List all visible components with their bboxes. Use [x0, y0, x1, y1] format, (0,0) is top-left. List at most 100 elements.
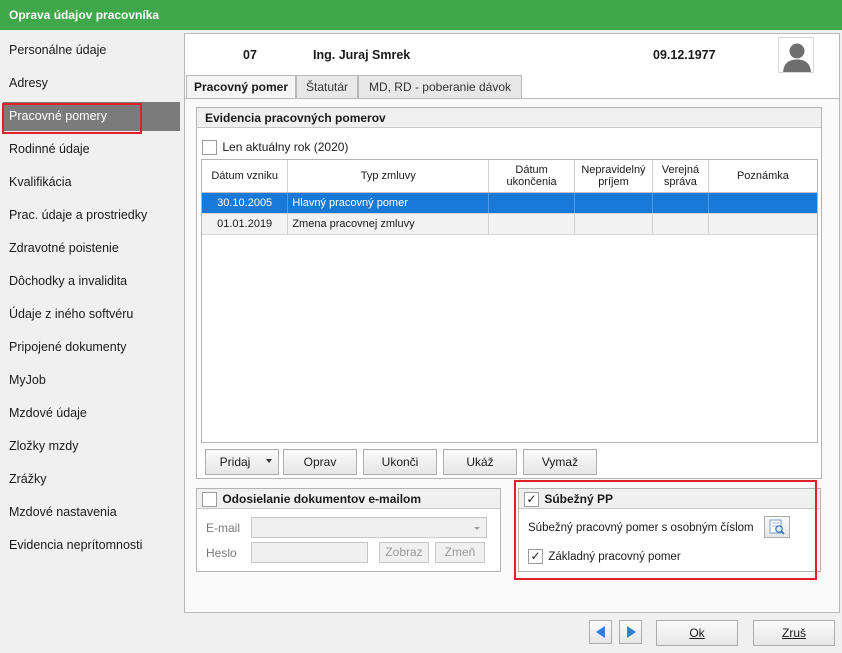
- cell-irregular: [574, 192, 653, 214]
- cell-note: [708, 192, 817, 214]
- edit-button-label: Oprav: [303, 455, 337, 469]
- cancel-button-label: Zruš: [782, 626, 806, 640]
- password-label: Heslo: [206, 546, 237, 560]
- previous-button[interactable]: [589, 620, 612, 644]
- column-header-public-text: Verejná správa: [661, 163, 700, 188]
- tab-maternity[interactable]: MD, RD - poberanie dávok: [358, 75, 522, 99]
- concurrent-group: ✓ Súbežný PP Súbežný pracovný pomer s os…: [518, 488, 821, 572]
- edit-button[interactable]: Oprav: [283, 449, 357, 475]
- sidebar-item-other-software[interactable]: Údaje z iného softvéru: [3, 300, 180, 329]
- email-group-header: Odosielanie dokumentov e-mailom: [197, 489, 500, 509]
- current-year-checkbox[interactable]: [202, 140, 217, 156]
- concurrent-checkbox[interactable]: ✓: [524, 492, 539, 508]
- finish-button[interactable]: Ukonči: [363, 449, 437, 475]
- sidebar-item-myjob[interactable]: MyJob: [3, 366, 180, 395]
- change-password-button[interactable]: Zmeň: [435, 542, 485, 563]
- checkmark-icon: ✓: [530, 549, 541, 564]
- column-header-note[interactable]: Poznámka: [708, 160, 817, 193]
- cancel-button[interactable]: Zruš: [753, 620, 835, 646]
- cell-end: [488, 213, 575, 235]
- cell-public: [652, 192, 709, 214]
- sidebar-item-wage-settings[interactable]: Mzdové nastavenia: [3, 498, 180, 527]
- tab-panel: Evidencia pracovných pomerov Len aktuáln…: [185, 98, 839, 612]
- employment-group: Evidencia pracovných pomerov Len aktuáln…: [196, 107, 822, 479]
- sidebar-item-wage-data[interactable]: Mzdové údaje: [3, 399, 180, 428]
- table-header-row: Dátum vzniku Typ zmluvy Dátum ukončenia …: [202, 160, 817, 193]
- chevron-down-icon[interactable]: [266, 459, 272, 463]
- sidebar-item-qualification[interactable]: Kvalifikácia: [3, 168, 180, 197]
- sidebar-item-addresses[interactable]: Adresy: [3, 69, 180, 98]
- column-header-end-text: Dátum ukončenia: [506, 163, 557, 188]
- cell-public: [652, 213, 709, 235]
- ok-button-label: Ok: [689, 626, 705, 640]
- basic-employment-option[interactable]: ✓ Základný pracovný pomer: [528, 547, 681, 565]
- sidebar-item-family-data[interactable]: Rodinné údaje: [3, 135, 180, 164]
- ok-button[interactable]: Ok: [656, 620, 738, 646]
- delete-button[interactable]: Vymaž: [523, 449, 597, 475]
- email-checkbox[interactable]: [202, 492, 217, 508]
- sidebar-item-absence[interactable]: Evidencia neprítomnosti: [3, 531, 180, 560]
- cell-irregular: [574, 213, 653, 235]
- add-button-label: Pridaj: [219, 455, 251, 469]
- finish-button-label: Ukonči: [381, 455, 419, 469]
- change-password-label: Zmeň: [444, 545, 476, 559]
- tab-bar: Pracovný pomer Štatutár MD, RD - poberan…: [185, 75, 841, 100]
- next-button[interactable]: [619, 620, 642, 644]
- employment-grid: Dátum vzniku Typ zmluvy Dátum ukončenia …: [202, 160, 817, 235]
- email-input[interactable]: [251, 517, 487, 538]
- show-button[interactable]: Ukáž: [443, 449, 517, 475]
- sidebar-item-work-data[interactable]: Prac. údaje a prostriedky: [3, 201, 180, 230]
- concurrent-group-header: ✓ Súbežný PP: [519, 489, 820, 509]
- checkmark-icon: ✓: [526, 492, 537, 507]
- column-header-start[interactable]: Dátum vzniku: [202, 160, 289, 193]
- current-year-label: Len aktuálny rok (2020): [222, 140, 349, 154]
- avatar-icon[interactable]: [778, 37, 814, 73]
- tab-statutory[interactable]: Štatutár: [296, 75, 358, 99]
- sidebar-item-health-insurance[interactable]: Zdravotné poistenie: [3, 234, 180, 263]
- sidebar-item-deductions[interactable]: Zrážky: [3, 465, 180, 494]
- cell-note: [708, 213, 817, 235]
- chevron-down-icon[interactable]: [474, 527, 480, 530]
- sidebar-item-personal-data[interactable]: Personálne údaje: [3, 36, 180, 65]
- employment-group-title: Evidencia pracovných pomerov: [197, 108, 821, 128]
- cell-start: 01.01.2019: [202, 213, 289, 235]
- table-row[interactable]: 30.10.2005 Hlavný pracovný pomer: [202, 192, 817, 214]
- basic-employment-checkbox[interactable]: ✓: [528, 549, 543, 565]
- email-group-title: Odosielanie dokumentov e-mailom: [222, 492, 422, 506]
- sidebar-item-attached-docs[interactable]: Pripojené dokumenty: [3, 333, 180, 362]
- show-button-label: Ukáž: [466, 455, 494, 469]
- main-panel: 07 Ing. Juraj Smrek 09.12.1977 Pracovný …: [184, 33, 840, 613]
- basic-employment-label: Základný pracovný pomer: [548, 551, 681, 563]
- table-row[interactable]: 01.01.2019 Zmena pracovnej zmluvy: [202, 213, 817, 235]
- sidebar-item-wage-components[interactable]: Zložky mzdy: [3, 432, 180, 461]
- employee-number: 07: [243, 48, 257, 62]
- column-header-end[interactable]: Dátum ukončenia: [488, 160, 575, 193]
- sidebar: Personálne údaje Adresy Pracovné pomery …: [0, 30, 183, 614]
- show-password-button[interactable]: Zobraz: [379, 542, 429, 563]
- cell-type: Zmena pracovnej zmluvy: [287, 213, 490, 235]
- arrow-left-icon: [596, 626, 605, 638]
- password-input[interactable]: [251, 542, 368, 563]
- employee-name: Ing. Juraj Smrek: [313, 48, 411, 62]
- column-header-irregular[interactable]: Nepravidelný príjem: [574, 160, 653, 193]
- concurrent-number-label: Súbežný pracovný pomer s osobným číslom: [528, 522, 754, 534]
- add-button[interactable]: Pridaj: [205, 449, 279, 475]
- lookup-button[interactable]: [764, 516, 790, 538]
- show-password-label: Zobraz: [385, 545, 423, 559]
- window-title: Oprava údajov pracovníka: [0, 0, 842, 30]
- column-header-irregular-text: Nepravidelný príjem: [581, 163, 646, 188]
- email-label: E-mail: [206, 521, 241, 535]
- current-year-option[interactable]: Len aktuálny rok (2020): [202, 138, 348, 156]
- employee-birth-date: 09.12.1977: [653, 48, 716, 62]
- column-header-public[interactable]: Verejná správa: [652, 160, 709, 193]
- cell-start: 30.10.2005: [202, 192, 289, 214]
- tab-employment[interactable]: Pracovný pomer: [186, 75, 296, 100]
- email-group: Odosielanie dokumentov e-mailom E-mail H…: [196, 488, 501, 572]
- delete-button-label: Vymaž: [541, 455, 579, 469]
- column-header-type[interactable]: Typ zmluvy: [287, 160, 490, 193]
- lookup-icon: [769, 519, 785, 535]
- arrow-right-icon: [627, 626, 636, 638]
- sidebar-item-employment[interactable]: Pracovné pomery: [3, 102, 180, 131]
- cell-type: Hlavný pracovný pomer: [287, 192, 490, 214]
- sidebar-item-pensions[interactable]: Dôchodky a invalidita: [3, 267, 180, 296]
